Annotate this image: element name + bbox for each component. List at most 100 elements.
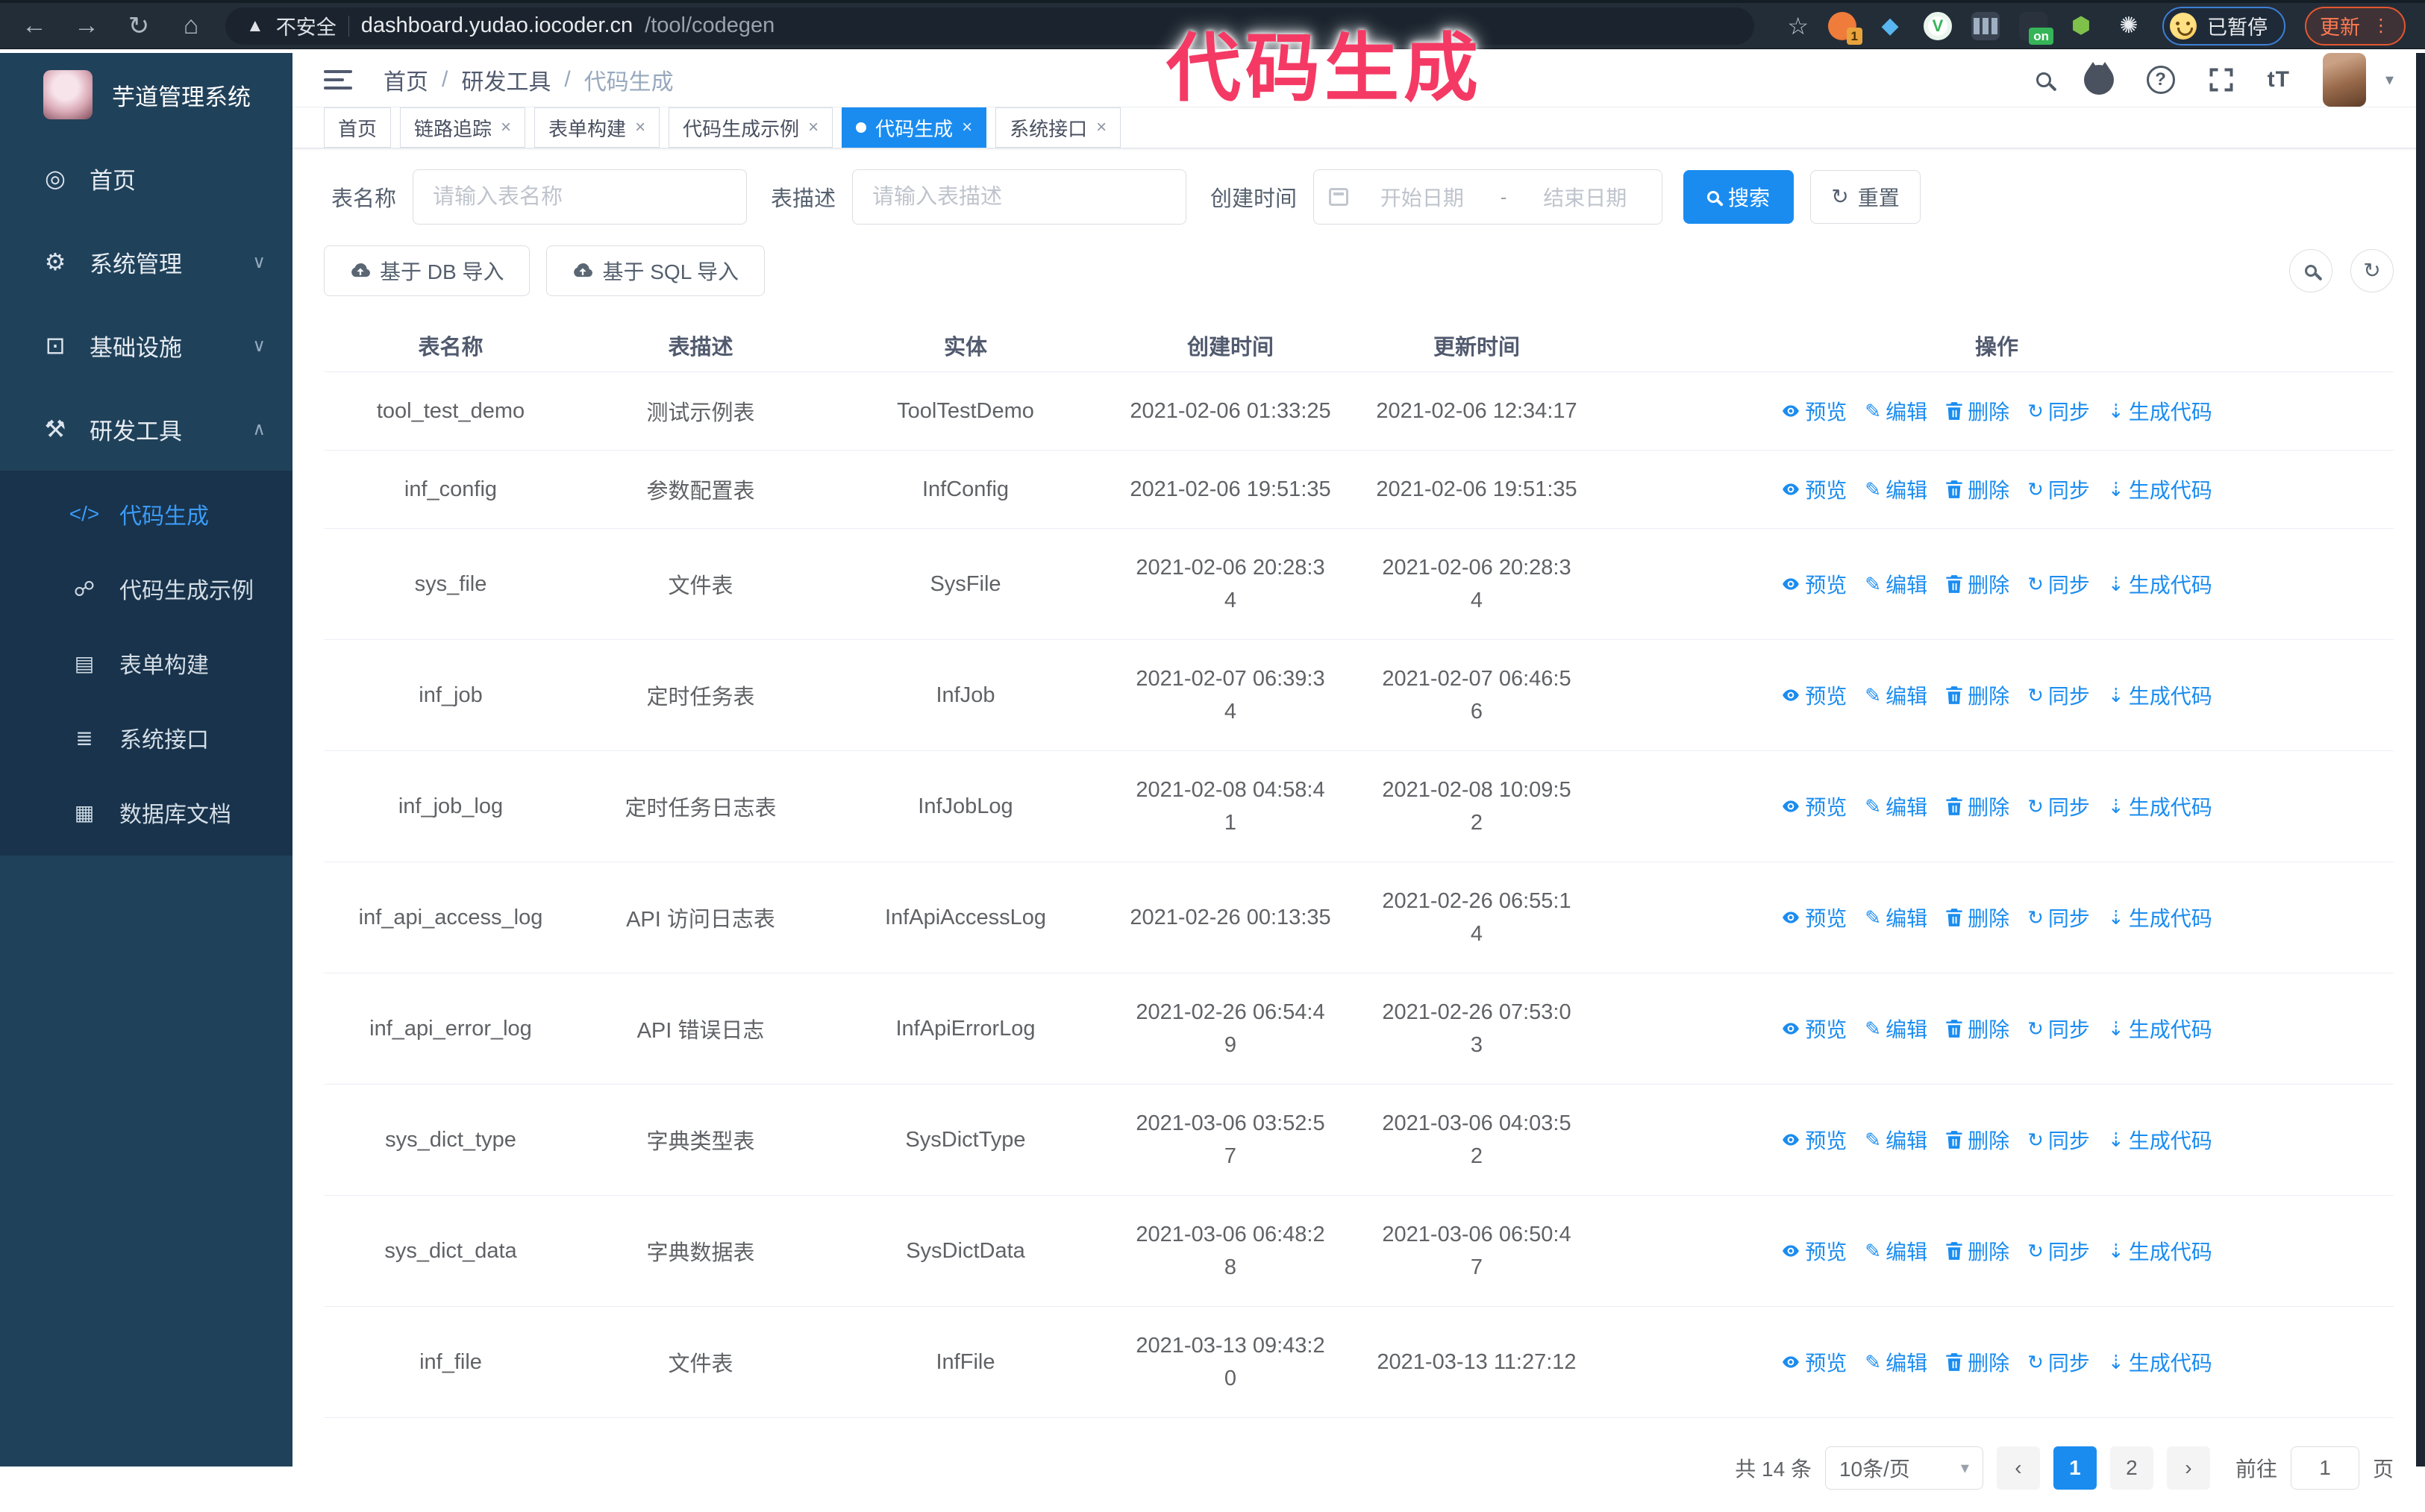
font-size-icon[interactable]: tT	[2268, 67, 2290, 92]
sync-link[interactable]: ↻ 同步	[2027, 1125, 2090, 1155]
edit-link[interactable]: ✎ 编辑	[1865, 396, 1927, 426]
tab-home[interactable]: 首页	[324, 107, 392, 148]
preview-link[interactable]: 预览	[1781, 903, 1847, 932]
generate-code-link[interactable]: ⇣ 生成代码	[2108, 903, 2212, 932]
delete-link[interactable]: 删除	[1945, 680, 2009, 710]
close-icon[interactable]: ×	[501, 117, 511, 138]
close-icon[interactable]: ×	[635, 117, 645, 138]
extension-icon-orange[interactable]: 1	[1828, 11, 1862, 45]
url-host[interactable]: dashboard.yudao.iocoder.cn	[361, 13, 633, 38]
user-avatar[interactable]	[2322, 53, 2366, 107]
not-secure-warning-icon[interactable]: ▲	[246, 16, 264, 37]
generate-code-link[interactable]: ⇣ 生成代码	[2108, 474, 2212, 504]
extension-gem-icon[interactable]: ◆	[1876, 12, 1904, 40]
edit-link[interactable]: ✎ 编辑	[1865, 680, 1927, 710]
extension-columns-icon[interactable]	[1971, 11, 2000, 40]
extension-dark-icon[interactable]: on	[2019, 11, 2053, 45]
page-button-2[interactable]: 2	[2109, 1446, 2153, 1490]
edit-link[interactable]: ✎ 编辑	[1865, 903, 1927, 932]
sync-link[interactable]: ↻ 同步	[2027, 1014, 2090, 1044]
edit-link[interactable]: ✎ 编辑	[1865, 569, 1927, 599]
sidebar-item-system-management[interactable]: ⚙ 系统管理 ∨	[0, 220, 292, 304]
chrome-update-button[interactable]: 更新 ⋮	[2305, 6, 2406, 46]
profile-chip[interactable]: 已暂停	[2162, 6, 2285, 46]
bookmark-star-icon[interactable]: ☆	[1787, 12, 1809, 40]
breadcrumb-home[interactable]: 首页	[384, 63, 428, 96]
edit-link[interactable]: ✎ 编辑	[1865, 474, 1927, 504]
close-icon[interactable]: ×	[1096, 117, 1107, 138]
generate-code-link[interactable]: ⇣ 生成代码	[2108, 1236, 2212, 1266]
end-date-placeholder[interactable]: 结束日期	[1523, 182, 1647, 212]
hamburger-icon[interactable]	[324, 70, 352, 90]
extension-bug-icon[interactable]: ⬢	[2067, 12, 2095, 40]
preview-link[interactable]: 预览	[1781, 569, 1847, 599]
browser-scrollbar[interactable]	[2416, 53, 2425, 1466]
refresh-button[interactable]: ↻	[2350, 249, 2394, 292]
sidebar-item-dev-tools[interactable]: ⚒ 研发工具 ∧	[0, 387, 292, 471]
delete-link[interactable]: 删除	[1945, 569, 2009, 599]
search-icon[interactable]	[2036, 72, 2051, 87]
tab-codegen[interactable]: 代码生成 ×	[842, 107, 987, 148]
sidebar-item-home[interactable]: ◎ 首页	[0, 137, 292, 220]
back-icon[interactable]: ←	[19, 11, 49, 40]
sync-link[interactable]: ↻ 同步	[2027, 1347, 2090, 1377]
generate-code-link[interactable]: ⇣ 生成代码	[2108, 791, 2212, 821]
forward-icon[interactable]: →	[72, 11, 101, 40]
tab-codegen-example[interactable]: 代码生成示例 ×	[669, 107, 833, 148]
sync-link[interactable]: ↻ 同步	[2027, 569, 2090, 599]
date-range-picker[interactable]: 开始日期 - 结束日期	[1313, 169, 1663, 225]
sidebar-item-codegen-example[interactable]: ☍ 代码生成示例	[0, 551, 292, 626]
breadcrumb-dev-tools[interactable]: 研发工具	[461, 63, 551, 96]
tab-form-builder[interactable]: 表单构建 ×	[534, 107, 660, 148]
help-icon[interactable]: ?	[2146, 66, 2175, 94]
delete-link[interactable]: 删除	[1945, 1347, 2009, 1377]
edit-link[interactable]: ✎ 编辑	[1865, 1014, 1927, 1044]
preview-link[interactable]: 预览	[1781, 1014, 1847, 1044]
delete-link[interactable]: 删除	[1945, 396, 2009, 426]
tab-tracing[interactable]: 链路追踪 ×	[400, 107, 526, 148]
delete-link[interactable]: 删除	[1945, 1125, 2009, 1155]
preview-link[interactable]: 预览	[1781, 474, 1847, 504]
table-desc-input[interactable]	[852, 169, 1187, 225]
close-icon[interactable]: ×	[808, 117, 819, 138]
sidebar-item-form-builder[interactable]: ▤ 表单构建	[0, 626, 292, 700]
delete-link[interactable]: 删除	[1945, 474, 2009, 504]
sidebar-item-infrastructure[interactable]: ⊡ 基础设施 ∨	[0, 304, 292, 387]
sync-link[interactable]: ↻ 同步	[2027, 396, 2090, 426]
sidebar-item-db-docs[interactable]: ▦ 数据库文档	[0, 775, 292, 850]
import-sql-button[interactable]: 基于 SQL 导入	[546, 245, 766, 296]
delete-link[interactable]: 删除	[1945, 791, 2009, 821]
preview-link[interactable]: 预览	[1781, 1347, 1847, 1377]
sidebar-item-codegen[interactable]: </> 代码生成	[0, 477, 292, 551]
home-icon[interactable]: ⌂	[176, 11, 206, 40]
close-icon[interactable]: ×	[962, 117, 972, 138]
extensions-puzzle-icon[interactable]: ✺	[2115, 12, 2143, 40]
generate-code-link[interactable]: ⇣ 生成代码	[2108, 1347, 2212, 1377]
start-date-placeholder[interactable]: 开始日期	[1360, 182, 1484, 212]
preview-link[interactable]: 预览	[1781, 1236, 1847, 1266]
delete-link[interactable]: 删除	[1945, 1236, 2009, 1266]
sync-link[interactable]: ↻ 同步	[2027, 474, 2090, 504]
preview-link[interactable]: 预览	[1781, 680, 1847, 710]
search-button[interactable]: 搜索	[1683, 170, 1794, 224]
sync-link[interactable]: ↻ 同步	[2027, 903, 2090, 932]
preview-link[interactable]: 预览	[1781, 1125, 1847, 1155]
prev-page-button[interactable]: ‹	[1996, 1446, 2040, 1490]
delete-link[interactable]: 删除	[1945, 903, 2009, 932]
generate-code-link[interactable]: ⇣ 生成代码	[2108, 1125, 2212, 1155]
edit-link[interactable]: ✎ 编辑	[1865, 1347, 1927, 1377]
reset-button[interactable]: ↻ 重置	[1810, 170, 1921, 224]
sync-link[interactable]: ↻ 同步	[2027, 1236, 2090, 1266]
edit-link[interactable]: ✎ 编辑	[1865, 1236, 1927, 1266]
url-path[interactable]: /tool/codegen	[645, 13, 775, 38]
sync-link[interactable]: ↻ 同步	[2027, 791, 2090, 821]
generate-code-link[interactable]: ⇣ 生成代码	[2108, 569, 2212, 599]
next-page-button[interactable]: ›	[2166, 1446, 2210, 1490]
page-size-select[interactable]: 10条/页 ▾	[1824, 1446, 1983, 1490]
toggle-search-button[interactable]	[2289, 249, 2332, 292]
github-icon[interactable]	[2083, 62, 2114, 95]
fullscreen-icon[interactable]	[2208, 66, 2235, 93]
edit-link[interactable]: ✎ 编辑	[1865, 791, 1927, 821]
generate-code-link[interactable]: ⇣ 生成代码	[2108, 680, 2212, 710]
sync-link[interactable]: ↻ 同步	[2027, 680, 2090, 710]
